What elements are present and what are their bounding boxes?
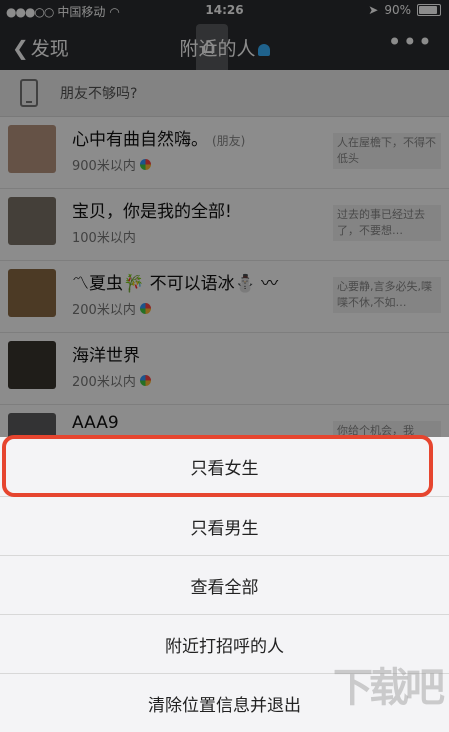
watermark: 下载吧 (333, 665, 445, 711)
highlight-annotation (2, 435, 433, 497)
option-male-only[interactable]: 只看男生 (0, 496, 449, 555)
option-view-all[interactable]: 查看全部 (0, 555, 449, 614)
